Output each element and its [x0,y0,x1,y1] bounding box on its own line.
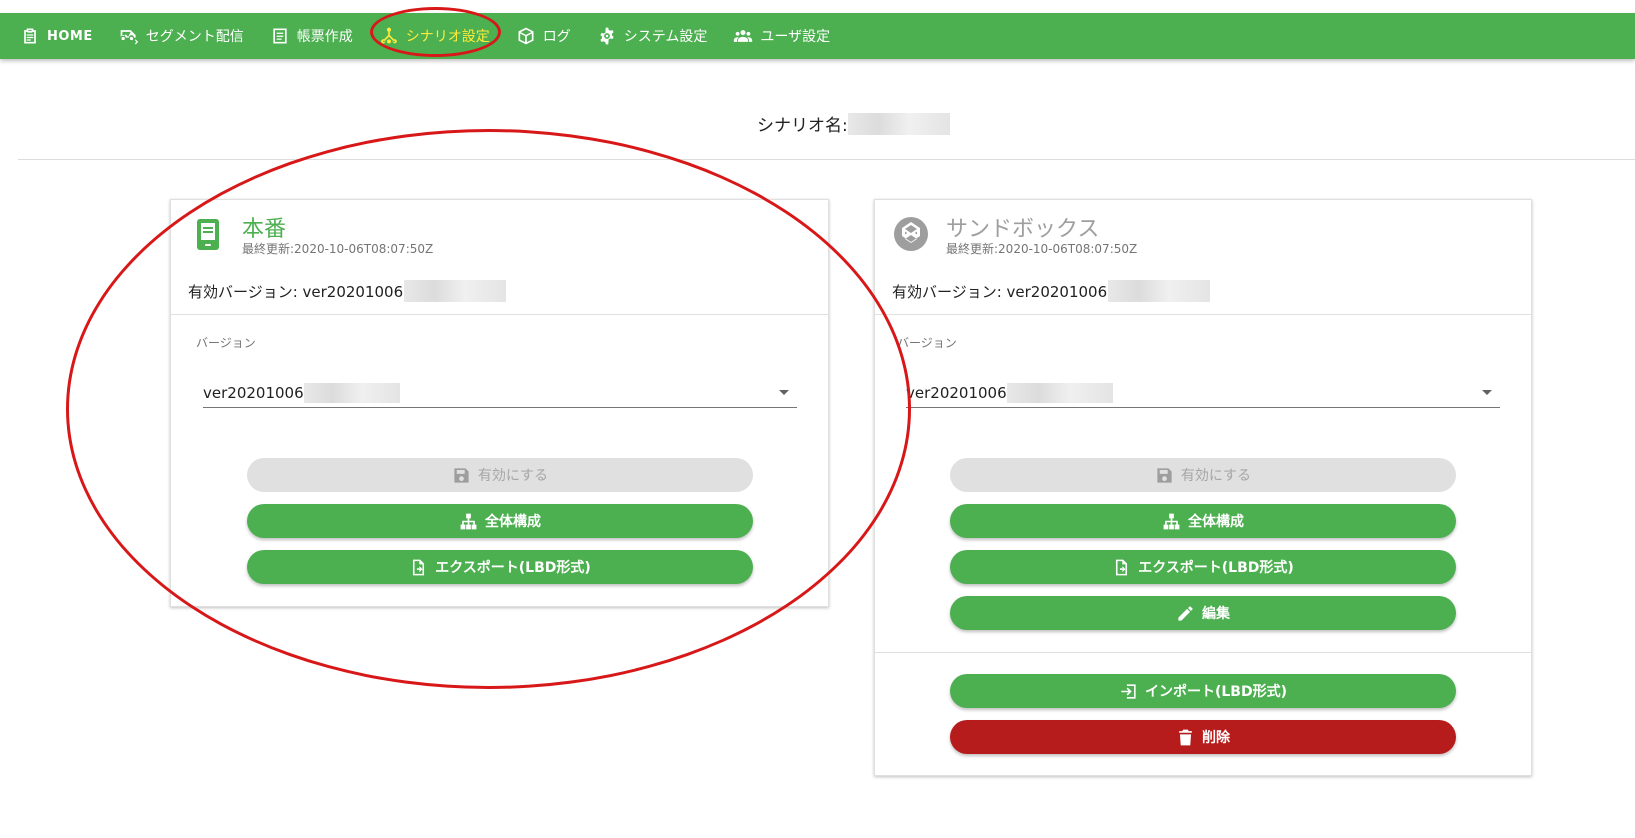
nav-user-settings[interactable]: ユーザ設定 [733,26,830,46]
sandbox-version-label: バージョン [897,336,957,350]
sitemap-icon [460,513,477,529]
nav-scenario-settings-label: シナリオ設定 [405,29,490,45]
production-version-select[interactable]: ver20201006 [203,378,797,408]
sandbox-overview-button-label: 全体構成 [1188,514,1244,530]
production-card: 本番 最終更新:2020-10-06T08:07:50Z 有効バージョン: ve… [170,199,829,607]
production-doc-icon [197,219,219,250]
sandbox-active-version: 有効バージョン: ver20201006 [892,280,1211,302]
production-version-label: バージョン [196,336,256,350]
sandbox-card-header: サンドボックス 最終更新:2020-10-06T08:07:50Z 有効バージョ… [875,200,1531,315]
sandbox-overview-button[interactable]: 全体構成 [950,504,1456,538]
redacted-version [1006,382,1113,403]
export-button[interactable]: エクスポート(LBD形式) [247,550,753,584]
nav-log-label: ログ [542,29,571,45]
nav-scenario-settings[interactable]: シナリオ設定 [379,26,490,46]
nav-home[interactable]: HOME [20,26,93,46]
sitemap-icon [1163,513,1180,529]
gear-icon [600,27,614,45]
save-icon [454,467,469,483]
redacted-scenario-name [847,112,950,135]
activate-button[interactable]: 有効にする [247,458,753,492]
scenario-name: シナリオ名: [757,111,950,136]
chevron-down-icon [1482,390,1492,395]
nav-system-settings-label: システム設定 [623,29,708,45]
activate-button-label: 有効にする [477,468,549,484]
nav-log[interactable]: ログ [516,26,571,46]
sandbox-version-select[interactable]: ver20201006 [906,378,1500,408]
sandbox-card-separator [875,652,1531,653]
header-divider [18,159,1635,160]
box-icon [518,27,534,45]
nav-report-label: 帳票作成 [296,29,353,45]
production-version-value: ver20201006 [203,383,304,402]
sandbox-last-updated: 最終更新:2020-10-06T08:07:50Z [946,242,1138,256]
clipboard-icon [24,28,36,44]
codepen-icon [894,217,928,251]
edit-button[interactable]: 編集 [950,596,1456,630]
edit-button-label: 編集 [1202,606,1230,622]
file-export-icon [1116,559,1128,575]
import-button[interactable]: インポート(LBD形式) [950,674,1456,708]
production-title: 本番 [242,217,287,242]
production-last-updated: 最終更新:2020-10-06T08:07:50Z [242,242,434,256]
pencil-icon [1178,605,1193,621]
users-icon [734,30,753,42]
document-icon [273,28,287,44]
trash-icon [1179,729,1192,745]
scenario-icon [380,27,397,44]
production-card-header: 本番 最終更新:2020-10-06T08:07:50Z 有効バージョン: ve… [171,200,828,315]
sandbox-active-version-label: 有効バージョン: ver20201006 [892,282,1108,301]
redacted-version [303,382,400,403]
overview-button[interactable]: 全体構成 [247,504,753,538]
sandbox-title: サンドボックス [946,217,1100,242]
top-navbar: HOME セグメント配信 帳票作成 シナリオ設定 ログ システム設定 ユーザ設定 [0,13,1635,59]
sandbox-export-button-label: エクスポート(LBD形式) [1138,560,1294,576]
nav-segment-delivery[interactable]: セグメント配信 [119,26,244,46]
export-button-label: エクスポート(LBD形式) [435,560,591,576]
sandbox-export-button[interactable]: エクスポート(LBD形式) [950,550,1456,584]
sandbox-card: サンドボックス 最終更新:2020-10-06T08:07:50Z 有効バージョ… [874,199,1532,776]
nav-user-settings-label: ユーザ設定 [760,29,831,45]
sandbox-version-value: ver20201006 [906,383,1007,402]
redacted-version [404,280,507,302]
redacted-version [1108,280,1211,302]
delete-button-label: 削除 [1202,730,1230,746]
nav-segment-delivery-label: セグメント配信 [145,29,244,45]
sign-in-icon [1121,683,1136,699]
delete-button[interactable]: 削除 [950,720,1456,754]
production-active-version-label: 有効バージョン: ver20201006 [188,282,404,301]
nav-system-settings[interactable]: システム設定 [597,26,708,46]
save-icon [1157,467,1172,483]
sandbox-activate-button[interactable]: 有効にする [950,458,1456,492]
nav-home-label: HOME [47,28,93,44]
production-active-version: 有効バージョン: ver20201006 [188,280,507,302]
delivery-icon [120,30,138,45]
file-export-icon [413,559,425,575]
scenario-name-label: シナリオ名: [757,116,848,136]
nav-report[interactable]: 帳票作成 [270,26,353,46]
import-button-label: インポート(LBD形式) [1144,684,1287,700]
overview-button-label: 全体構成 [485,514,541,530]
top-strip [0,0,1635,13]
sandbox-activate-button-label: 有効にする [1180,468,1252,484]
chevron-down-icon [779,390,789,395]
